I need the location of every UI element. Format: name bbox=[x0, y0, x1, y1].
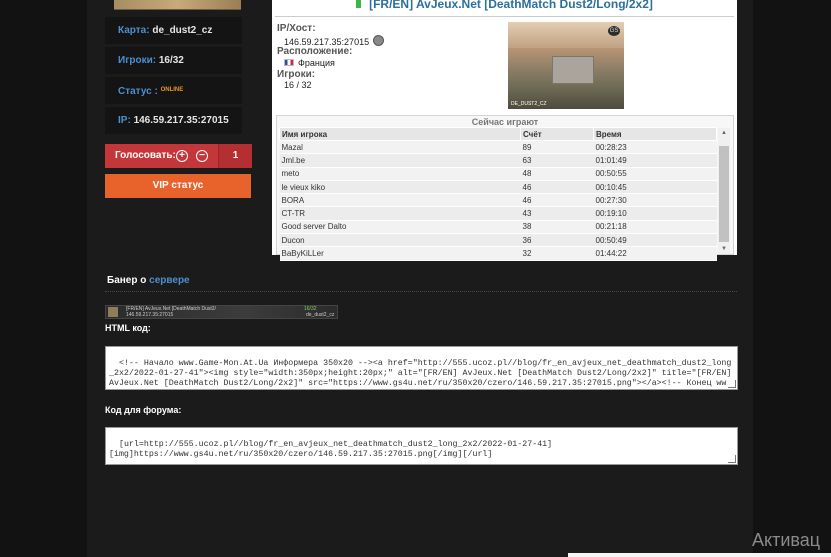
resize-handle-icon[interactable] bbox=[728, 380, 736, 388]
player-score: 36 bbox=[520, 233, 594, 248]
map-thumbnail bbox=[114, 0, 241, 10]
status-info-row: Статус : ONLINE bbox=[105, 77, 242, 104]
player-score: 38 bbox=[520, 220, 594, 235]
status-badge: ONLINE bbox=[160, 87, 184, 93]
refresh-icon[interactable] bbox=[373, 35, 385, 46]
table-row: Jml.be 63 01:01:49 bbox=[279, 153, 717, 168]
player-time: 00:50:55 bbox=[593, 167, 717, 181]
players-label: Игроки: bbox=[118, 55, 157, 66]
forum-code-textarea[interactable]: [url=http://555.ucoz.pl//blog/fr_en_avje… bbox=[105, 427, 738, 465]
player-time: 00:19:10 bbox=[593, 206, 717, 221]
player-name: BaByKiLLer bbox=[279, 246, 521, 261]
banner-map: de_dust2_cz bbox=[306, 312, 335, 318]
vote-minus-button[interactable]: − bbox=[196, 150, 208, 162]
banner-title-link[interactable]: сервере bbox=[149, 275, 189, 286]
table-row: BaByKiLLer 32 01:44:22 bbox=[279, 246, 717, 261]
vip-status-button[interactable]: VIP статус bbox=[105, 174, 251, 198]
resize-handle-icon[interactable] bbox=[728, 455, 736, 463]
location-label: Расположение: bbox=[277, 46, 353, 57]
gs-badge: GS bbox=[608, 26, 620, 36]
map-screenshot: GS DE_DUST2_CZ bbox=[508, 22, 624, 109]
players-value: 16/32 bbox=[158, 55, 184, 66]
vote-count: 1 bbox=[218, 144, 252, 168]
table-row: meto 48 00:50:55 bbox=[279, 167, 717, 181]
player-time: 00:50:49 bbox=[593, 233, 717, 248]
server-title-text: [FR/EN] AvJeux.Net [DeathMatch Dust2/Lon… bbox=[369, 0, 653, 11]
panel-players-value: 16 / 32 bbox=[284, 80, 312, 90]
vote-plus-button[interactable]: + bbox=[176, 150, 188, 162]
map-info-row: Карта: de_dust2_cz bbox=[105, 17, 242, 44]
map-label: Карта: bbox=[118, 25, 150, 36]
player-name: Ducon bbox=[279, 233, 521, 248]
player-name: le vieux kiko bbox=[279, 180, 521, 195]
player-score: 63 bbox=[520, 153, 594, 168]
activation-watermark: Активац bbox=[752, 530, 821, 550]
players-info-row: Игроки: 16/32 bbox=[105, 47, 242, 74]
player-name: Good server Dalto bbox=[279, 220, 521, 235]
title-divider bbox=[275, 16, 734, 17]
player-name: Jml.be bbox=[279, 153, 521, 168]
player-time: 00:28:23 bbox=[593, 140, 717, 155]
col-score[interactable]: Счёт bbox=[520, 127, 594, 141]
banner-game-icon bbox=[108, 307, 118, 317]
status-label: Статус : bbox=[118, 86, 158, 97]
table-row: le vieux kiko 46 00:10:45 bbox=[279, 180, 717, 195]
table-row: BORA 46 00:27:30 bbox=[279, 193, 717, 208]
map-caption: DE_DUST2_CZ bbox=[511, 101, 547, 107]
banner-image[interactable]: [FR/EN] AvJeux.Net [DeathMatch Dust2/ 14… bbox=[105, 305, 338, 319]
scroll-up-icon[interactable]: ▲ bbox=[720, 129, 728, 137]
players-table: Имя игрока Счёт Время Mazal 89 00:28:23 Jm… bbox=[279, 127, 717, 261]
html-code-label: HTML код: bbox=[105, 323, 151, 333]
scroll-thumb[interactable] bbox=[719, 146, 729, 242]
player-score: 43 bbox=[520, 206, 594, 221]
table-row: Ducon 36 00:50:49 bbox=[279, 233, 717, 248]
player-time: 01:01:49 bbox=[593, 153, 717, 168]
player-time: 00:21:18 bbox=[593, 220, 717, 235]
france-flag-icon bbox=[284, 59, 294, 66]
players-table-header: Имя игрока Счёт Время bbox=[279, 127, 717, 141]
server-panel: [FR/EN] AvJeux.Net [DeathMatch Dust2/Lon… bbox=[272, 0, 737, 261]
players-scrollbar[interactable]: ▲ ▼ bbox=[718, 128, 730, 254]
player-score: 48 bbox=[520, 167, 594, 181]
banner-title-prefix: Банер о bbox=[107, 275, 147, 286]
host-label: IP/Хост: bbox=[277, 23, 316, 34]
player-score: 46 bbox=[520, 193, 594, 208]
col-player-name[interactable]: Имя игрока bbox=[279, 127, 521, 141]
ip-label: IP: bbox=[118, 115, 131, 126]
html-code-textarea[interactable]: <!-- Начало www.Game-Mon.At.Ua Информера… bbox=[105, 346, 738, 390]
player-time: 00:10:45 bbox=[593, 180, 717, 195]
vote-bar: Голосовать: + − 1 bbox=[105, 144, 252, 168]
col-time[interactable]: Время bbox=[593, 127, 717, 141]
bottom-edge bbox=[568, 553, 831, 557]
location-value-row: Франция bbox=[284, 58, 335, 68]
player-score: 32 bbox=[520, 246, 594, 261]
forum-code-value: [url=http://555.ucoz.pl//blog/fr_en_avje… bbox=[109, 440, 553, 459]
scroll-down-icon[interactable]: ▼ bbox=[720, 245, 728, 253]
ip-info-row: IP: 146.59.217.35:27015 bbox=[105, 107, 242, 134]
player-time: 00:27:30 bbox=[593, 193, 717, 208]
banner-title: Банер о сервере bbox=[107, 275, 190, 286]
player-name: BORA bbox=[279, 193, 521, 208]
location-value: Франция bbox=[298, 58, 335, 68]
server-title[interactable]: [FR/EN] AvJeux.Net [DeathMatch Dust2/Lon… bbox=[272, 0, 737, 11]
player-time: 01:44:22 bbox=[593, 246, 717, 261]
player-name: Mazal bbox=[279, 140, 521, 155]
table-row: Mazal 89 00:28:23 bbox=[279, 140, 717, 155]
online-indicator-icon bbox=[356, 0, 362, 8]
banner-server-ip: 146.59.217.35:27015 bbox=[126, 312, 174, 318]
player-name: meto bbox=[279, 167, 521, 181]
table-row: Good server Dalto 38 00:21:18 bbox=[279, 220, 717, 235]
players-now-box: Сейчас играют Имя игрока Счёт Время Maza… bbox=[276, 115, 734, 261]
player-score: 46 bbox=[520, 180, 594, 195]
player-score: 89 bbox=[520, 140, 594, 155]
panel-players-label: Игроки: bbox=[277, 69, 316, 80]
vote-label: Голосовать: bbox=[115, 150, 176, 161]
dotted-divider bbox=[105, 291, 737, 292]
table-row: CT-TR 43 00:19:10 bbox=[279, 206, 717, 221]
html-code-value: <!-- Начало www.Game-Mon.At.Ua Информера… bbox=[109, 359, 732, 388]
ip-value: 146.59.217.35:27015 bbox=[133, 115, 229, 126]
forum-code-label: Код для форума: bbox=[105, 405, 182, 415]
player-name: CT-TR bbox=[279, 206, 521, 221]
map-value: de_dust2_cz bbox=[152, 25, 213, 36]
